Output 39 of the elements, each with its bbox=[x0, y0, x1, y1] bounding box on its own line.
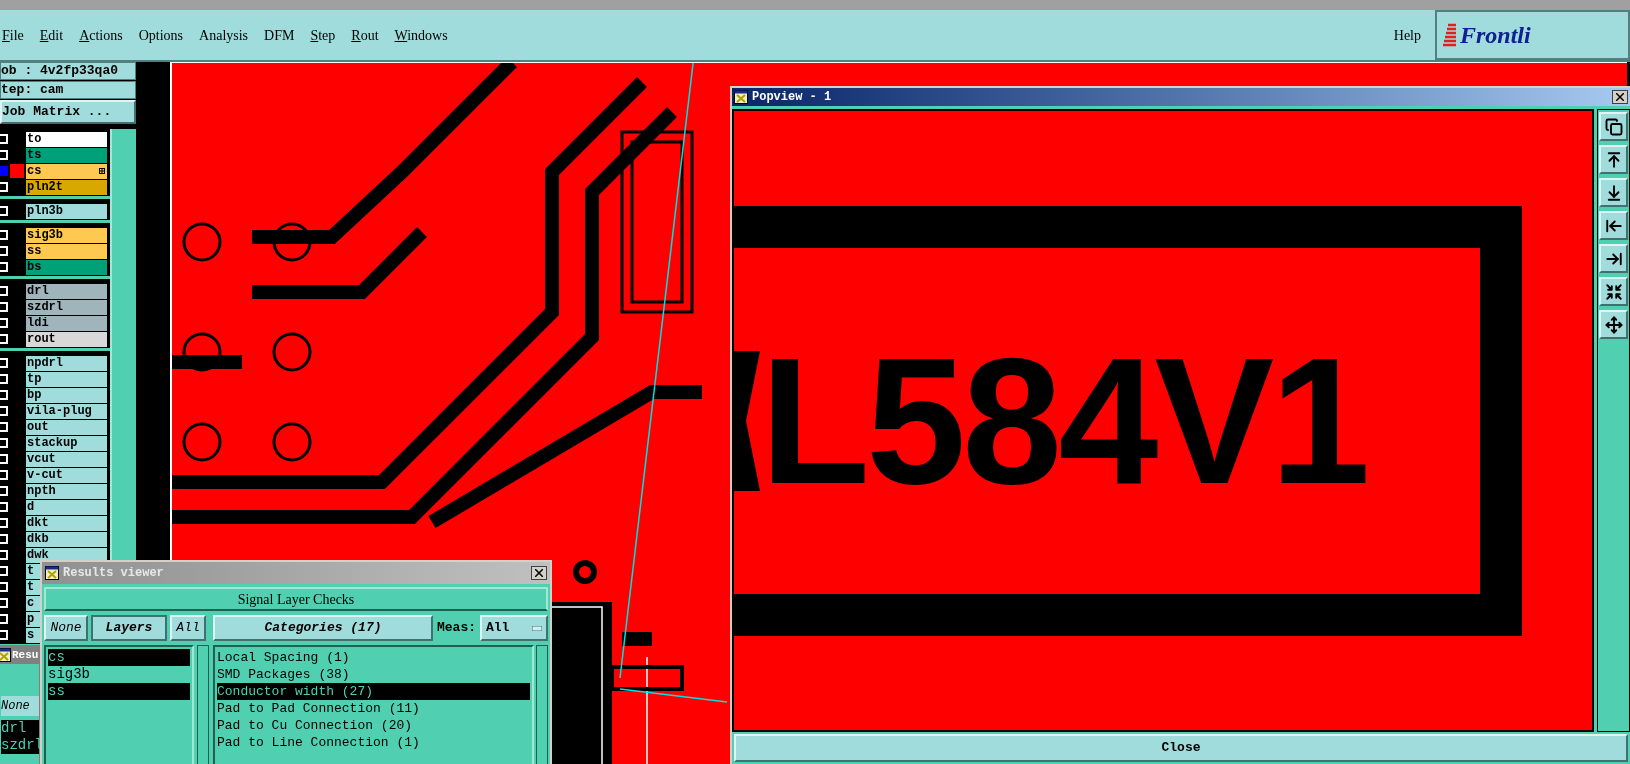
job-label: ob : 4v2fp33qa0 bbox=[0, 62, 136, 80]
layer-name: ss bbox=[27, 243, 42, 259]
layer-name: sig3b bbox=[27, 227, 63, 243]
layer-name: cs bbox=[27, 163, 42, 179]
layer-name: t bbox=[27, 563, 35, 579]
layer-name: t bbox=[27, 579, 35, 595]
layer-name: szdrl bbox=[27, 299, 63, 315]
layer-name: c bbox=[27, 595, 35, 611]
meas-label: Meas: bbox=[437, 619, 476, 638]
layer-name: drl bbox=[27, 283, 49, 299]
logo: Frontli bbox=[1435, 10, 1630, 60]
layer-name: vila-plug bbox=[27, 403, 92, 419]
layer-name: out bbox=[27, 419, 49, 435]
layer-name: p bbox=[27, 611, 35, 627]
window-title: Popview - 1 bbox=[752, 89, 833, 106]
layer-name: vcut bbox=[27, 451, 56, 467]
layer-name: rout bbox=[27, 331, 56, 347]
window-title: Resu bbox=[12, 647, 39, 663]
step-label: tep: cam bbox=[0, 81, 136, 99]
layer-name: d bbox=[27, 499, 35, 515]
layer-name: v-cut bbox=[27, 467, 63, 483]
layer-name: bp bbox=[27, 387, 42, 403]
layer-name: bs bbox=[27, 259, 42, 275]
layer-name: dwk bbox=[27, 547, 49, 563]
layer-name: dkb bbox=[27, 531, 49, 547]
layer-name: tp bbox=[27, 371, 42, 387]
layer-name: npdrl bbox=[27, 355, 63, 371]
board-text: L584V1 bbox=[760, 330, 1368, 511]
layer-name: to bbox=[27, 131, 42, 147]
header-bar: Signal Layer Checks bbox=[44, 587, 548, 611]
layer-name: dkt bbox=[27, 515, 49, 531]
layer-name: pln2t bbox=[27, 179, 63, 195]
layer-name: stackup bbox=[27, 435, 78, 451]
layer-name: npth bbox=[27, 483, 56, 499]
layer-name: pln3b bbox=[27, 203, 63, 219]
layer-name: s bbox=[27, 627, 35, 643]
layer-name: ts bbox=[27, 147, 42, 163]
layer-name: ldi bbox=[27, 315, 49, 331]
window-title: Results viewer bbox=[63, 565, 165, 582]
